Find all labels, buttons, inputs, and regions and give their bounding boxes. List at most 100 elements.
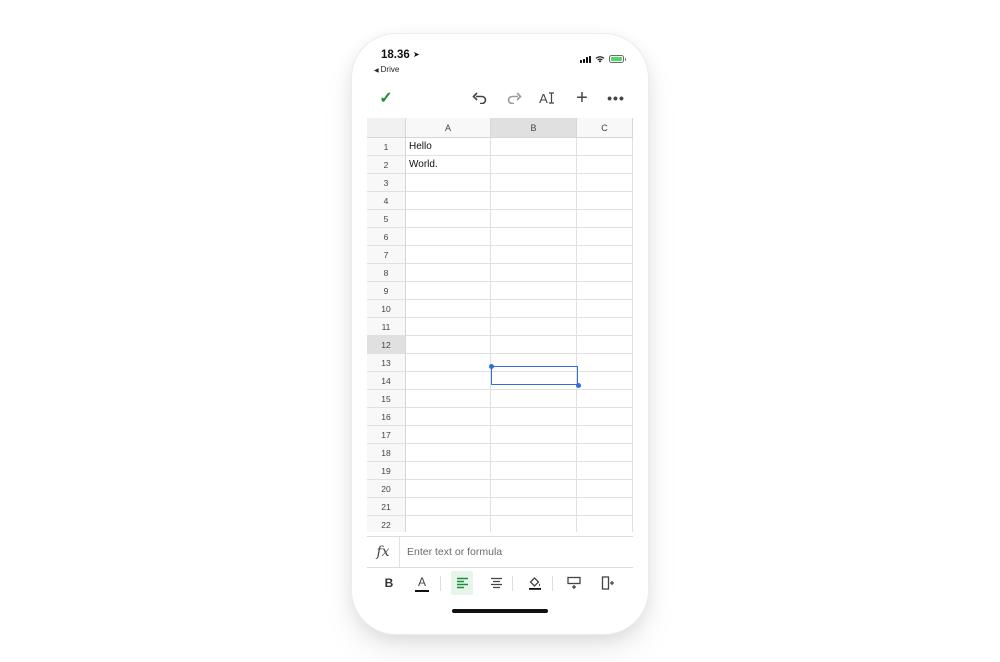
row-header[interactable]: 22 <box>367 516 406 532</box>
column-header-b[interactable]: B <box>491 118 577 138</box>
row-header[interactable]: 7 <box>367 246 406 264</box>
align-left-button[interactable] <box>451 571 473 595</box>
cell-a12[interactable] <box>406 336 491 354</box>
row-header[interactable]: 10 <box>367 300 406 318</box>
row-header[interactable]: 14 <box>367 372 406 390</box>
row-header[interactable]: 1 <box>367 138 406 156</box>
row-header[interactable]: 20 <box>367 480 406 498</box>
cell-c4[interactable] <box>577 192 633 210</box>
cell-b1[interactable] <box>491 138 577 156</box>
cell-b4[interactable] <box>491 192 577 210</box>
cell-b17[interactable] <box>491 426 577 444</box>
column-header-c[interactable]: C <box>577 118 633 138</box>
row-header[interactable]: 16 <box>367 408 406 426</box>
more-options-icon[interactable]: ••• <box>604 84 628 112</box>
cell-b14[interactable] <box>491 372 577 390</box>
cell-b7[interactable] <box>491 246 577 264</box>
align-center-button[interactable] <box>485 571 507 595</box>
cell-c11[interactable] <box>577 318 633 336</box>
cell-b16[interactable] <box>491 408 577 426</box>
cell-a10[interactable] <box>406 300 491 318</box>
row-header[interactable]: 12 <box>367 336 406 354</box>
cell-a13[interactable] <box>406 354 491 372</box>
formula-input[interactable] <box>407 543 627 561</box>
row-header[interactable]: 8 <box>367 264 406 282</box>
cell-a21[interactable] <box>406 498 491 516</box>
column-header-a[interactable]: A <box>406 118 491 138</box>
cell-c14[interactable] <box>577 372 633 390</box>
select-all-corner[interactable] <box>367 118 406 138</box>
cell-c18[interactable] <box>577 444 633 462</box>
cell-a19[interactable] <box>406 462 491 480</box>
cell-a11[interactable] <box>406 318 491 336</box>
row-header[interactable]: 18 <box>367 444 406 462</box>
cell-a14[interactable] <box>406 372 491 390</box>
cell-b18[interactable] <box>491 444 577 462</box>
cell-c20[interactable] <box>577 480 633 498</box>
cell-b12[interactable] <box>491 336 577 354</box>
cell-c19[interactable] <box>577 462 633 480</box>
row-header[interactable]: 6 <box>367 228 406 246</box>
cell-b22[interactable] <box>491 516 577 532</box>
row-header[interactable]: 9 <box>367 282 406 300</box>
cell-a2[interactable]: World. <box>406 156 491 174</box>
cell-b19[interactable] <box>491 462 577 480</box>
back-to-drive-link[interactable]: ◀ Drive <box>374 65 399 74</box>
cell-c10[interactable] <box>577 300 633 318</box>
cell-b5[interactable] <box>491 210 577 228</box>
redo-icon[interactable] <box>502 84 526 112</box>
row-header[interactable]: 5 <box>367 210 406 228</box>
cell-a6[interactable] <box>406 228 491 246</box>
cell-a20[interactable] <box>406 480 491 498</box>
cell-c1[interactable] <box>577 138 633 156</box>
row-header[interactable]: 2 <box>367 156 406 174</box>
cell-c17[interactable] <box>577 426 633 444</box>
cell-c15[interactable] <box>577 390 633 408</box>
cell-c21[interactable] <box>577 498 633 516</box>
spreadsheet-grid[interactable]: A B C 1 Hello 2 World. 3 4 5 6 7 8 9 10 11 12 13 14 15 16 17 1… <box>367 118 633 532</box>
row-header[interactable]: 19 <box>367 462 406 480</box>
cell-a4[interactable] <box>406 192 491 210</box>
bold-button[interactable]: B <box>378 571 400 595</box>
row-header[interactable]: 13 <box>367 354 406 372</box>
cell-a16[interactable] <box>406 408 491 426</box>
insert-row-button[interactable] <box>563 571 585 595</box>
cell-a15[interactable] <box>406 390 491 408</box>
cell-b9[interactable] <box>491 282 577 300</box>
cell-b11[interactable] <box>491 318 577 336</box>
cell-a3[interactable] <box>406 174 491 192</box>
cell-a1[interactable]: Hello <box>406 138 491 156</box>
cell-c8[interactable] <box>577 264 633 282</box>
cell-a9[interactable] <box>406 282 491 300</box>
cell-c22[interactable] <box>577 516 633 532</box>
cell-c2[interactable] <box>577 156 633 174</box>
cell-a7[interactable] <box>406 246 491 264</box>
cell-a8[interactable] <box>406 264 491 282</box>
cell-b8[interactable] <box>491 264 577 282</box>
cell-c9[interactable] <box>577 282 633 300</box>
cell-a5[interactable] <box>406 210 491 228</box>
plus-icon[interactable]: + <box>570 84 594 112</box>
home-indicator[interactable] <box>452 609 548 613</box>
cell-a18[interactable] <box>406 444 491 462</box>
cell-c16[interactable] <box>577 408 633 426</box>
row-header[interactable]: 21 <box>367 498 406 516</box>
cell-c3[interactable] <box>577 174 633 192</box>
text-color-button[interactable]: A <box>411 571 433 595</box>
cell-b6[interactable] <box>491 228 577 246</box>
cell-c7[interactable] <box>577 246 633 264</box>
cell-b21[interactable] <box>491 498 577 516</box>
cell-b15[interactable] <box>491 390 577 408</box>
row-header[interactable]: 3 <box>367 174 406 192</box>
cell-b10[interactable] <box>491 300 577 318</box>
cell-b2[interactable] <box>491 156 577 174</box>
cell-b20[interactable] <box>491 480 577 498</box>
cell-c5[interactable] <box>577 210 633 228</box>
cell-b13[interactable] <box>491 354 577 372</box>
fill-color-button[interactable] <box>524 571 546 595</box>
row-header[interactable]: 11 <box>367 318 406 336</box>
cell-c13[interactable] <box>577 354 633 372</box>
cell-a22[interactable] <box>406 516 491 532</box>
row-header[interactable]: 17 <box>367 426 406 444</box>
row-header[interactable]: 15 <box>367 390 406 408</box>
